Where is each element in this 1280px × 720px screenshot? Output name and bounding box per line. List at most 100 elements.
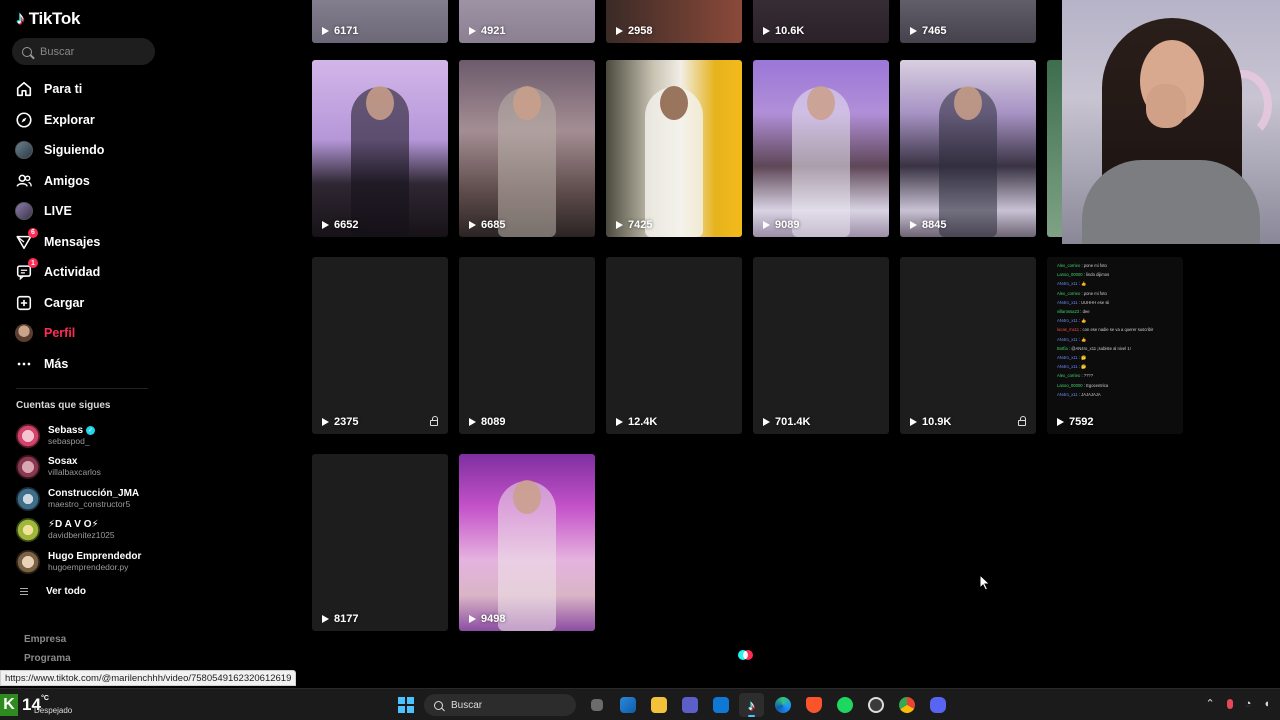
video-tile[interactable]: 10.6K [753, 0, 889, 43]
following-account[interactable]: Hugo Emprendedor hugoemprendedor.py [16, 546, 160, 578]
video-tile[interactable]: 6652 [312, 60, 448, 237]
chat-text: : 👍 [1077, 281, 1087, 287]
weather-condition: Despejado [34, 706, 73, 715]
chevron-up-icon[interactable]: ⌃ [1205, 697, 1214, 710]
play-icon [616, 221, 623, 229]
edge-icon[interactable] [770, 693, 795, 717]
chat-message: AN4ro_x11 : 👍 [1057, 316, 1173, 325]
chat-username: Alex_corrieo [1057, 373, 1081, 379]
video-tile[interactable]: 6685 [459, 60, 595, 237]
view-count: 10.9K [910, 416, 951, 428]
taskbar-search[interactable]: Buscar [424, 694, 576, 716]
brand-name: TikTok [28, 8, 81, 28]
video-tile[interactable]: 4921 [459, 0, 595, 43]
view-count: 9498 [469, 613, 505, 625]
video-tile[interactable]: 10.9K [900, 257, 1036, 434]
video-tile[interactable]: 2375 [312, 257, 448, 434]
nav-item-mensajes[interactable]: 6 Mensajes [14, 227, 154, 258]
kick-app-icon: K [0, 694, 18, 716]
nav-item-actividad[interactable]: 1 Actividad [14, 257, 154, 288]
store-icon[interactable] [615, 693, 640, 717]
video-tile[interactable]: 9498 [459, 454, 595, 631]
view-count: 2375 [322, 416, 358, 428]
following-list: Sebass ✓ sebaspod_ Sosax villalbaxcarlos … [16, 420, 160, 578]
view-count: 8177 [322, 613, 358, 625]
video-tile[interactable]: 9089 [753, 60, 889, 237]
footer-link-programa[interactable]: Programa [24, 649, 71, 668]
video-tile[interactable]: 8089 [459, 257, 595, 434]
chat-message: AN4ro_x11 : JAJAJAJA [1057, 390, 1173, 399]
view-count: 6685 [469, 219, 505, 231]
chat-message: Alex_corrieo : ???? [1057, 371, 1173, 380]
file-explorer-icon[interactable] [646, 693, 671, 717]
play-icon [910, 27, 917, 35]
chat-message: Lanoo_00000 : lindo dijimos [1057, 270, 1173, 279]
following-account[interactable]: ⚡D A V O⚡ davidbenitez1025 [16, 515, 160, 547]
following-account[interactable]: Construcción_JMA maestro_constructor5 [16, 483, 160, 515]
obs-icon[interactable] [863, 693, 888, 717]
nav-item-cargar[interactable]: Cargar [14, 288, 154, 319]
tiktok-icon[interactable]: ♪ [739, 693, 764, 717]
video-tile[interactable]: 8845 [900, 60, 1036, 237]
chat-message: villarossa23 : dee [1057, 307, 1173, 316]
chat-username: Botfia [1057, 345, 1068, 351]
chat-text: : @AN4ro_x11 ¡subiste al nivel 1! [1067, 345, 1131, 351]
chat-username: lucas_mx11 [1057, 327, 1080, 333]
nav-item-perfil[interactable]: Perfil [14, 318, 154, 349]
spotify-icon[interactable] [832, 693, 857, 717]
nav-label: Siguiendo [44, 143, 105, 158]
weather-widget[interactable]: K 14 °C Despejado [0, 691, 72, 719]
video-tile[interactable]: 8177 [312, 454, 448, 631]
video-tile[interactable]: 12.4K [606, 257, 742, 434]
following-account[interactable]: Sosax villalbaxcarlos [16, 452, 160, 484]
nav-item-amigos[interactable]: Amigos [14, 166, 154, 197]
volume-icon[interactable]: ◖ [1263, 698, 1270, 710]
video-tile[interactable]: 7425 [606, 60, 742, 237]
nav-item-para-ti[interactable]: Para ti [14, 74, 154, 105]
play-icon [322, 27, 329, 35]
avatar [16, 549, 40, 574]
chat-username: AN4ro_x11 [1057, 355, 1078, 361]
nav-item-siguiendo[interactable]: Siguiendo [14, 135, 154, 166]
chat-message: Botfia : @AN4ro_x11 ¡subiste al nivel 1! [1057, 344, 1173, 353]
view-count: 6652 [322, 219, 358, 231]
search-box[interactable] [12, 38, 155, 65]
tiktok-logo[interactable]: ♪ TikTok [16, 8, 80, 29]
chrome-icon[interactable] [894, 693, 919, 717]
discord-icon[interactable] [925, 693, 950, 717]
nav-label: Amigos [44, 173, 90, 188]
teams-icon[interactable] [677, 693, 702, 717]
video-tile[interactable]: 2958 [606, 0, 742, 43]
search-input[interactable] [40, 45, 140, 58]
video-tile[interactable]: Alex_corrieo : pone mi foto Lanoo_00000 :… [1047, 257, 1183, 434]
outlook-icon[interactable] [708, 693, 733, 717]
nav-item-live[interactable]: LIVE [14, 196, 154, 227]
chat-text: : pone mi foto [1080, 263, 1107, 268]
video-tile[interactable]: 701.4K [753, 257, 889, 434]
video-tile[interactable]: 6171 [312, 0, 448, 43]
chat-username: AN4ro_x11 [1057, 391, 1078, 397]
task-view-icon[interactable] [584, 693, 609, 717]
windows-start-icon[interactable] [398, 697, 414, 713]
nav-item-explorar[interactable]: Explorar [14, 105, 154, 136]
list-icon [20, 588, 28, 595]
nav-item-mas[interactable]: Más [14, 349, 154, 380]
play-icon [469, 27, 476, 35]
more-icon [14, 354, 34, 374]
view-count: 8845 [910, 219, 946, 231]
account-name: Sosax [48, 456, 78, 468]
footer-link-empresa[interactable]: Empresa [24, 630, 71, 649]
chat-text: : JAJAJAJA [1077, 391, 1101, 397]
account-handle: sebaspod_ [48, 435, 90, 446]
brave-icon[interactable] [801, 693, 826, 717]
microphone-icon[interactable] [1226, 698, 1233, 709]
see-all-button[interactable]: Ver todo [20, 586, 86, 597]
avatar [16, 455, 40, 480]
following-account[interactable]: Sebass ✓ sebaspod_ [16, 420, 160, 452]
nav-label: Mensajes [44, 234, 101, 249]
video-tile[interactable]: 7465 [900, 0, 1036, 43]
wifi-icon[interactable]: ◔ [1245, 698, 1252, 710]
nav-label: Explorar [44, 112, 95, 127]
chat-text: : con ese nadie se va a querer suscribir [1079, 327, 1154, 333]
activity-badge: 1 [28, 258, 38, 269]
